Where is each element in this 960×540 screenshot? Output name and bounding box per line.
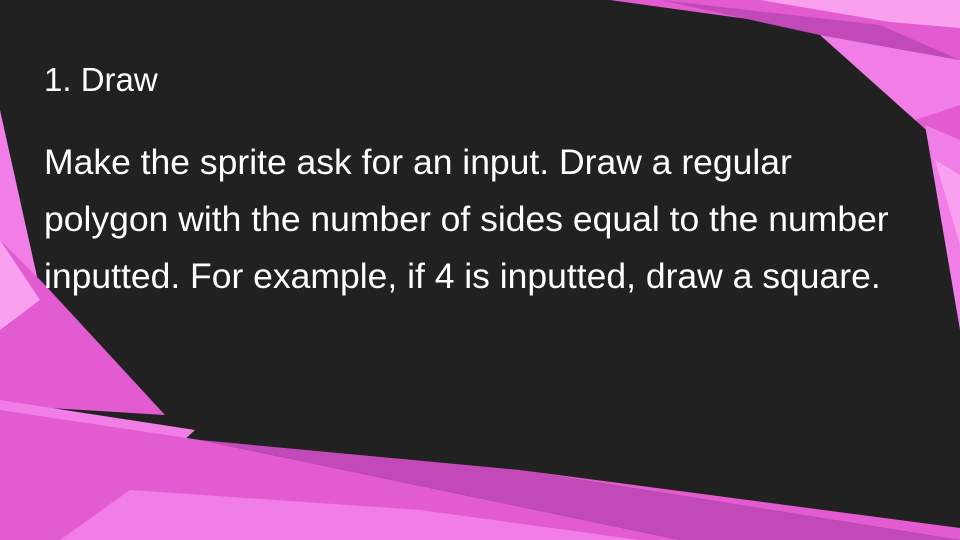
slide-body-text: Make the sprite ask for an input. Draw a…: [44, 142, 889, 296]
right-shape-3: [925, 125, 960, 330]
slide: 1. Draw Make the sprite ask for an input…: [0, 0, 960, 540]
slide-heading: 1. Draw: [44, 61, 158, 98]
